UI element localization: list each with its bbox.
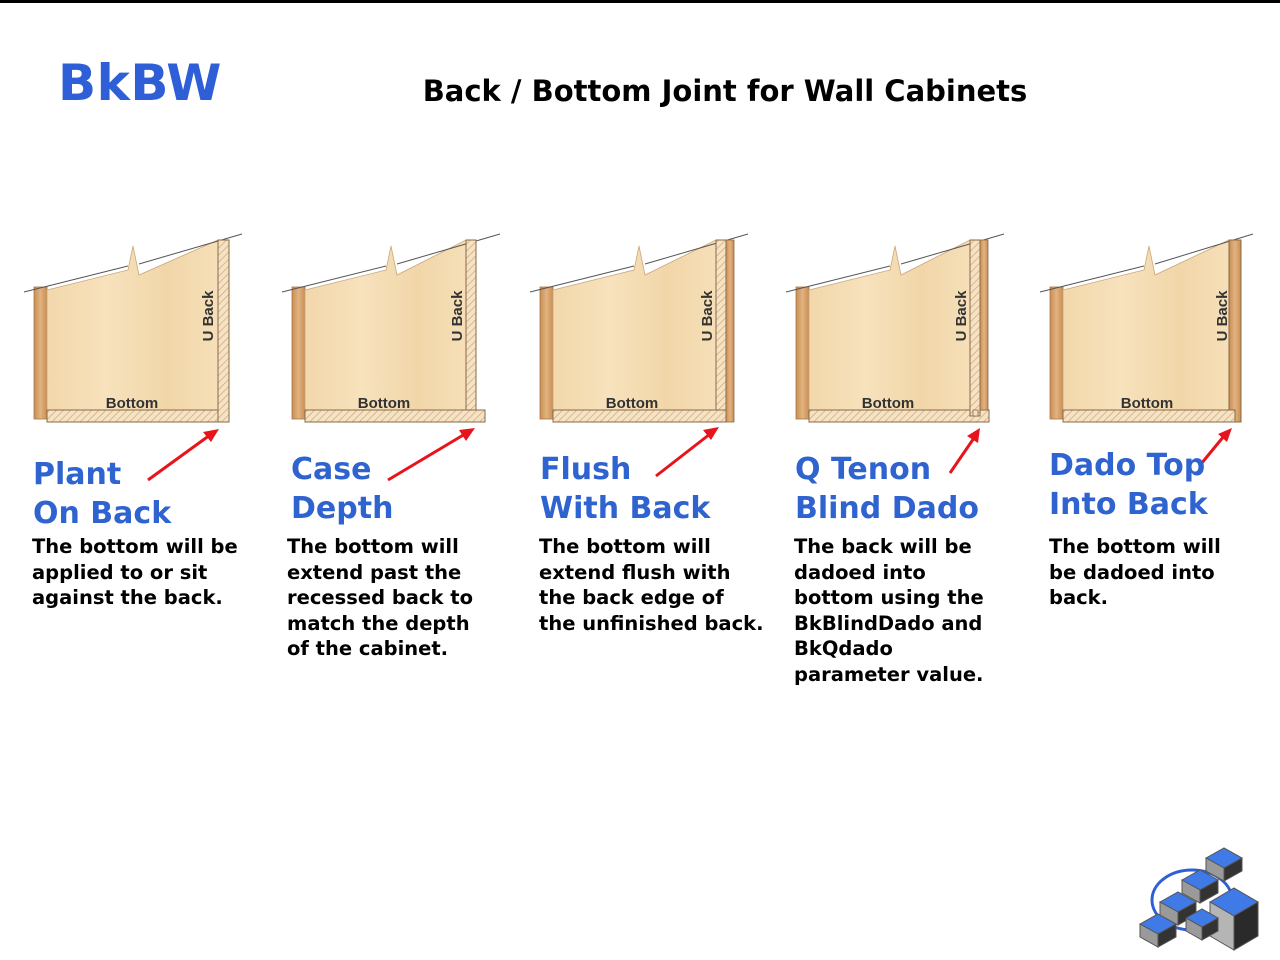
option-description-q-tenon-blind-dado: The back will be dadoed into bottom usin… [794, 535, 984, 686]
back-panel [715, 239, 727, 411]
option-title-q-tenon-blind-dado: Q Tenon Blind Dado [795, 450, 979, 528]
back-panel [465, 239, 477, 411]
diagram-case-depth: Bottom U Back [281, 233, 501, 482]
back-extension [979, 239, 989, 411]
bottom-label: Bottom [106, 395, 159, 412]
title-line: Blind Dado [795, 491, 979, 526]
diagram-q-tenon-blind-dado: Bottom U Back [785, 233, 1005, 474]
bottom-label: Bottom [358, 395, 411, 412]
option-title-plant-on-back: Plant On Back [33, 455, 171, 533]
bottom-label: Bottom [862, 395, 915, 412]
page-code: BkBW [58, 54, 222, 112]
back-label: U Back [1214, 290, 1231, 342]
back-label: U Back [699, 290, 716, 342]
back-extension [725, 239, 735, 423]
title-line: On Back [33, 496, 172, 531]
option-title-dado-top-into-back: Dado Top Into Back [1049, 446, 1208, 524]
title-line: Depth [291, 491, 394, 526]
back-panel [217, 239, 230, 423]
title-line: Into Back [1049, 487, 1208, 522]
top-rule [0, 0, 1280, 3]
diagram-plant-on-back: Bottom U Back [23, 233, 243, 482]
title-line: Dado Top [1049, 448, 1206, 483]
side-panel [46, 239, 219, 411]
title-line: Case [291, 452, 372, 487]
back-panel [969, 239, 981, 417]
back-label: U Back [200, 290, 217, 342]
title-line: Q Tenon [795, 452, 932, 487]
option-description-plant-on-back: The bottom will be applied to or sit aga… [32, 535, 238, 610]
front-edge [795, 286, 810, 420]
option-description-flush-with-back: The bottom will extend flush with the ba… [539, 535, 764, 635]
side-panel [1062, 239, 1230, 411]
front-edge [539, 286, 554, 420]
page-title: Back / Bottom Joint for Wall Cabinets [422, 74, 1028, 108]
blue-cubes-logo-icon [1138, 847, 1259, 951]
red-arrow [387, 432, 466, 482]
title-line: Flush [540, 452, 632, 487]
front-edge [291, 286, 306, 420]
bottom-label: Bottom [606, 395, 659, 412]
option-description-case-depth: The bottom will extend past the recessed… [287, 535, 473, 661]
back-label: U Back [449, 290, 466, 342]
bottom-label: Bottom [1121, 395, 1174, 412]
tenon [972, 409, 979, 417]
back-label: U Back [953, 290, 970, 342]
title-line: With Back [540, 491, 711, 526]
option-description-dado-top-into-back: The bottom will be dadoed into back. [1049, 535, 1221, 610]
diagram-flush-with-back: Bottom U Back [529, 233, 749, 478]
side-panel [552, 239, 717, 411]
diagram-dado-top-into-back: Bottom U Back [1039, 233, 1254, 465]
option-title-case-depth: Case Depth [291, 450, 393, 528]
side-panel [304, 239, 467, 411]
title-line: Plant [33, 457, 122, 492]
front-edge [33, 286, 48, 420]
option-title-flush-with-back: Flush With Back [540, 450, 710, 528]
side-panel [808, 239, 971, 411]
front-edge [1049, 286, 1064, 420]
